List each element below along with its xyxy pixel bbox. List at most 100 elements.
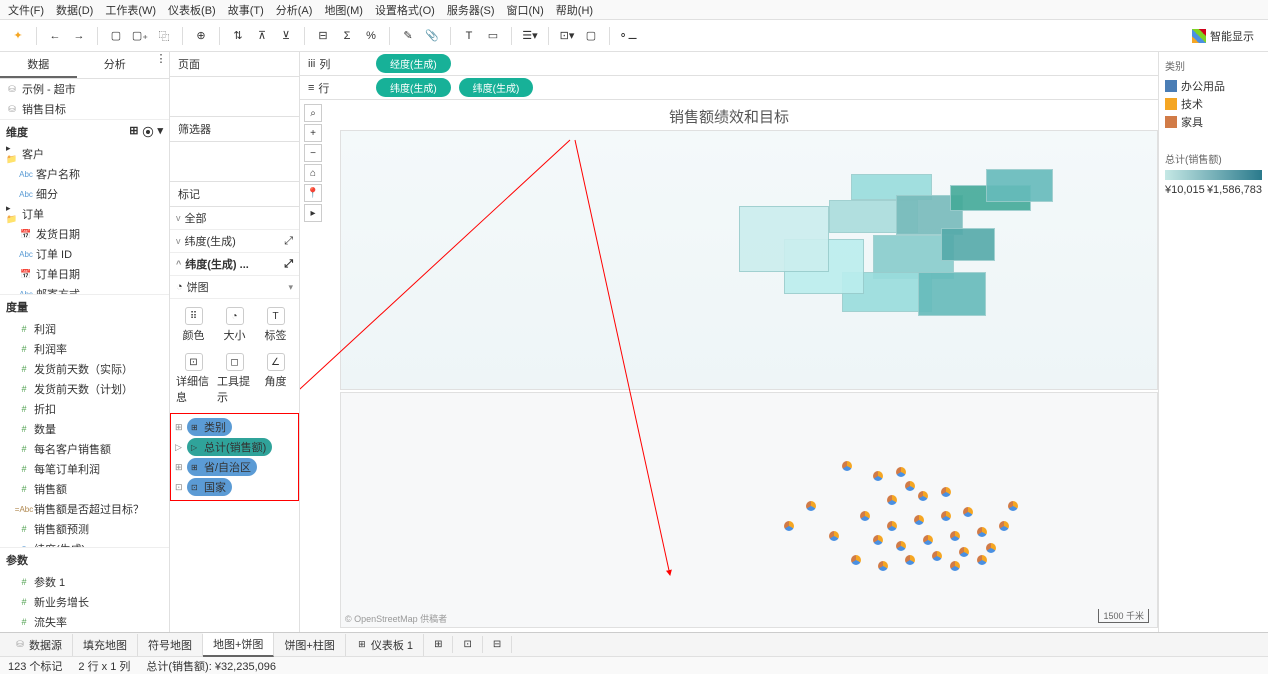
save-icon[interactable]: ▢ (106, 26, 126, 46)
menu-dashboard[interactable]: 仪表板(B) (164, 0, 220, 20)
measure-item[interactable]: ⊕纬度(生成) (0, 539, 169, 547)
menu-server[interactable]: 服务器(S) (443, 0, 499, 20)
measure-item[interactable]: #每名客户销售额 (0, 439, 169, 459)
tab-analysis[interactable]: 分析 (77, 52, 154, 78)
measure-item[interactable]: #数量 (0, 419, 169, 439)
measure-item[interactable]: #发货前天数（计划） (0, 379, 169, 399)
param-item[interactable]: #流失率 (0, 612, 169, 632)
map-symbols[interactable]: © OpenStreetMap 供稿者 1500 千米 (340, 392, 1158, 628)
duplicate-icon[interactable]: ⿻ (154, 26, 174, 46)
menu-data[interactable]: 数据(D) (52, 0, 97, 20)
measure-item[interactable]: #利润率 (0, 339, 169, 359)
dimension-item[interactable]: Abc订单 ID (0, 244, 169, 264)
sheet-tab[interactable]: ⊞仪表板 1 (346, 634, 424, 656)
swap-icon[interactable]: ⇅ (228, 26, 248, 46)
measure-item[interactable]: #折扣 (0, 399, 169, 419)
search-icon[interactable]: ⦿ (142, 124, 153, 140)
totals-icon[interactable]: Σ (337, 26, 357, 46)
dimension-item[interactable]: Abc客户名称 (0, 164, 169, 184)
highlight-icon[interactable]: ✎ (398, 26, 418, 46)
marks-all[interactable]: v全部 (170, 207, 299, 230)
sort-desc-icon[interactable]: ⊻ (276, 26, 296, 46)
menu-worksheet[interactable]: 工作表(W) (101, 0, 160, 20)
new-tab-icon[interactable]: ⊟ (483, 636, 512, 653)
filters-shelf[interactable] (170, 142, 299, 182)
marks-detail[interactable]: ⊡详细信息 (174, 349, 213, 409)
forward-icon[interactable]: → (69, 26, 89, 46)
dimension-item[interactable]: Abc细分 (0, 184, 169, 204)
columns-shelf[interactable]: iii列 经度(生成) (300, 52, 1158, 76)
map-filled[interactable] (340, 130, 1158, 390)
measure-item[interactable]: #销售额 (0, 479, 169, 499)
marks-size[interactable]: ◔大小 (215, 303, 254, 347)
smart-show-button[interactable]: 智能显示 (1186, 26, 1260, 46)
columns-pill-lon[interactable]: 经度(生成) (376, 54, 451, 73)
dimension-item[interactable]: 📅订单日期 (0, 264, 169, 284)
dimension-item[interactable]: 📅发货日期 (0, 224, 169, 244)
back-icon[interactable]: ← (45, 26, 65, 46)
new-sheet-icon[interactable]: ▢₊ (130, 26, 150, 46)
logo-icon[interactable]: ✦ (8, 26, 28, 46)
marks-color[interactable]: ⠿颜色 (174, 303, 213, 347)
sheet-tab[interactable]: 饼图+柱图 (274, 634, 345, 656)
map-zoom-out-icon[interactable]: − (304, 144, 322, 162)
marks-tooltip[interactable]: ◻工具提示 (215, 349, 254, 409)
sort-asc-icon[interactable]: ⊼ (252, 26, 272, 46)
view-as-icon[interactable]: ⊞ (129, 124, 138, 140)
color-gradient[interactable] (1165, 170, 1262, 180)
legend-item[interactable]: 家具 (1165, 113, 1262, 131)
dimension-item[interactable]: ▸ 📁客户 (0, 144, 169, 164)
text-icon[interactable]: T (459, 26, 479, 46)
marks-angle[interactable]: ∠角度 (256, 349, 295, 409)
new-tab-icon[interactable]: ⊡ (453, 636, 482, 653)
map-pin-icon[interactable]: 📍 (304, 184, 322, 202)
new-tab-icon[interactable]: ⊞ (424, 636, 453, 653)
rows-pill-lat-1[interactable]: 纬度(生成) (376, 78, 451, 97)
map-home-icon[interactable]: ⌂ (304, 164, 322, 182)
pages-shelf[interactable] (170, 77, 299, 117)
tab-data[interactable]: 数据 (0, 52, 77, 78)
legend-item[interactable]: 办公用品 (1165, 77, 1262, 95)
dimension-item[interactable]: Abc邮寄方式 (0, 284, 169, 294)
rows-pill-lat-2[interactable]: 纬度(生成) (459, 78, 534, 97)
measure-item[interactable]: =Abc销售额是否超过目标？ (0, 499, 169, 519)
measure-item[interactable]: #销售额预测 (0, 519, 169, 539)
mark-pill[interactable]: ⊞类别 (187, 418, 232, 436)
menu-window[interactable]: 窗口(N) (503, 0, 548, 20)
marks-label[interactable]: T标签 (256, 303, 295, 347)
param-item[interactable]: #参数 1 (0, 572, 169, 592)
measure-item[interactable]: #发货前天数（实际） (0, 359, 169, 379)
sheet-tab[interactable]: ⛁数据源 (4, 634, 73, 656)
data-source-item[interactable]: ⛁销售目标 (0, 99, 169, 119)
data-source-item[interactable]: ⛁示例 - 超市 (0, 79, 169, 99)
legend-item[interactable]: 技术 (1165, 95, 1262, 113)
menu-help[interactable]: 帮助(H) (552, 0, 597, 20)
measure-item[interactable]: #利润 (0, 319, 169, 339)
menu-format[interactable]: 设置格式(O) (371, 0, 439, 20)
menu-analysis[interactable]: 分析(A) (272, 0, 317, 20)
share-icon[interactable]: ⚬⚊ (618, 26, 638, 46)
viz-canvas[interactable]: 销售额绩效和目标 ⌕ + − ⌂ 📍 ▸ © OpenStreetMap 供稿者… (300, 100, 1158, 632)
menu-map[interactable]: 地图(M) (320, 0, 367, 20)
measure-item[interactable]: #每笔订单利润 (0, 459, 169, 479)
map-select-icon[interactable]: ▸ (304, 204, 322, 222)
mark-pill[interactable]: ⊞省/自治区 (187, 458, 257, 476)
menu-file[interactable]: 文件(F) (4, 0, 48, 20)
presentation-icon[interactable]: ▢ (581, 26, 601, 46)
fit-icon[interactable]: ☰▾ (520, 26, 540, 46)
sheet-tab[interactable]: 符号地图 (138, 634, 203, 656)
marks-lat1[interactable]: v纬度(生成)⤢ (170, 230, 299, 253)
menu-story[interactable]: 故事(T) (224, 0, 268, 20)
show-cards-icon[interactable]: ⊡▾ (557, 26, 577, 46)
mark-type-selector[interactable]: ◔饼图▾ (170, 276, 299, 299)
map-zoom-in-icon[interactable]: + (304, 124, 322, 142)
map-search-icon[interactable]: ⌕ (304, 104, 322, 122)
border-icon[interactable]: ▭ (483, 26, 503, 46)
mark-pill[interactable]: ▷总计(销售额) (187, 438, 272, 456)
dimension-item[interactable]: ▸ 📁订单 (0, 204, 169, 224)
mark-pill[interactable]: ⊡国家 (187, 478, 232, 496)
new-data-icon[interactable]: ⊕ (191, 26, 211, 46)
group-icon[interactable]: ⊟ (313, 26, 333, 46)
rows-shelf[interactable]: ≡行 纬度(生成) 纬度(生成) (300, 76, 1158, 100)
sheet-tab[interactable]: 填充地图 (73, 634, 138, 656)
